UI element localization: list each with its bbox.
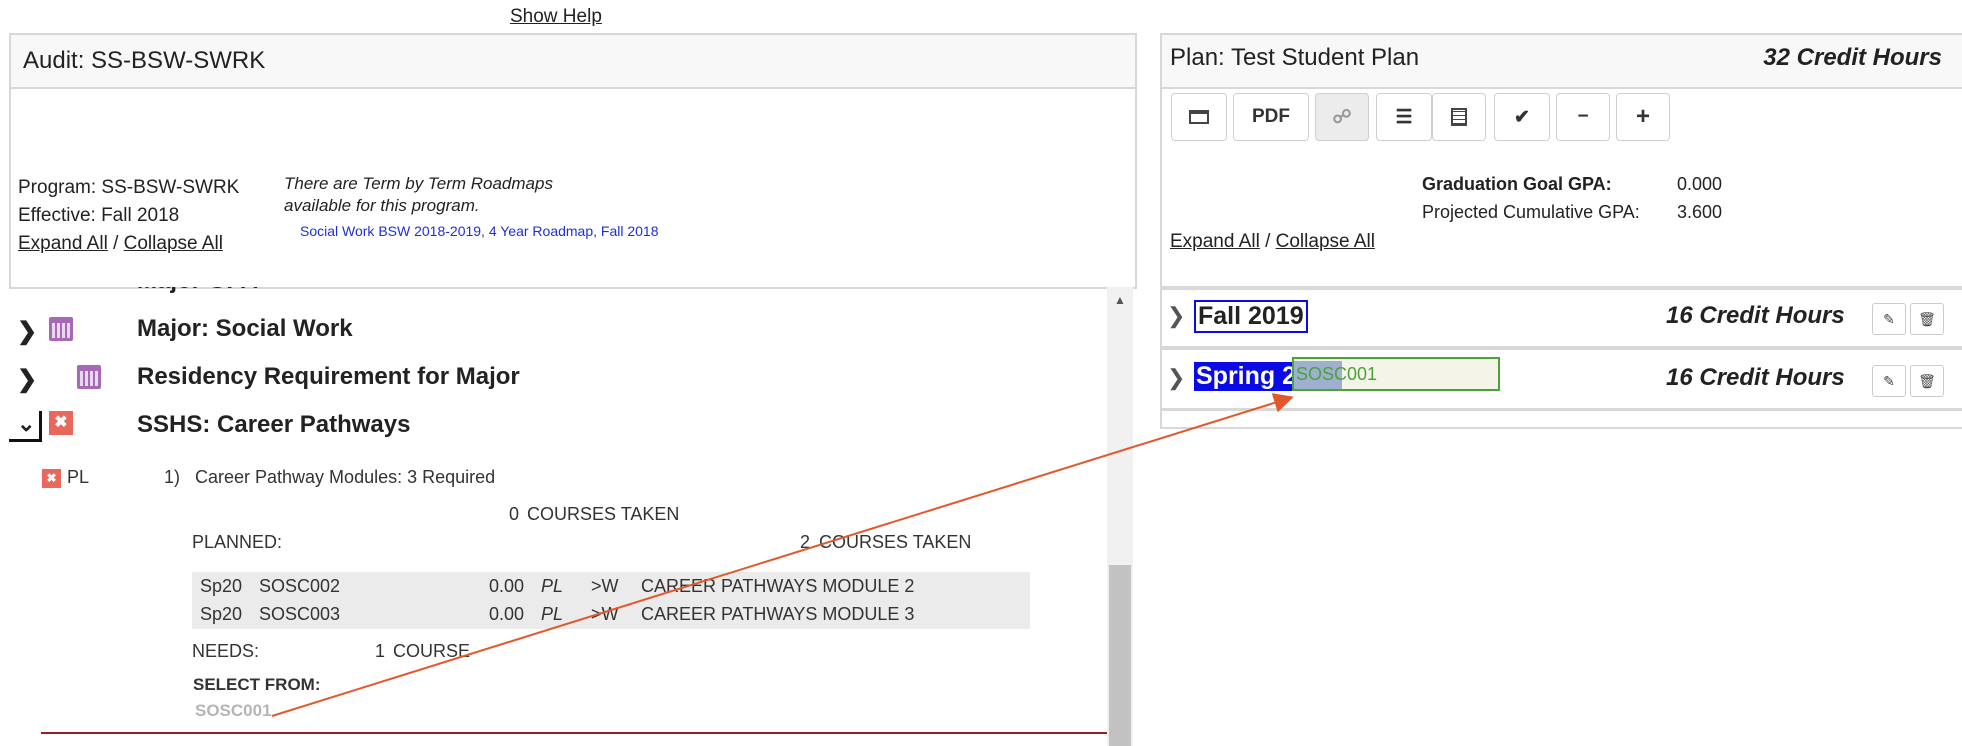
drag-arrow [271,393,1294,717]
